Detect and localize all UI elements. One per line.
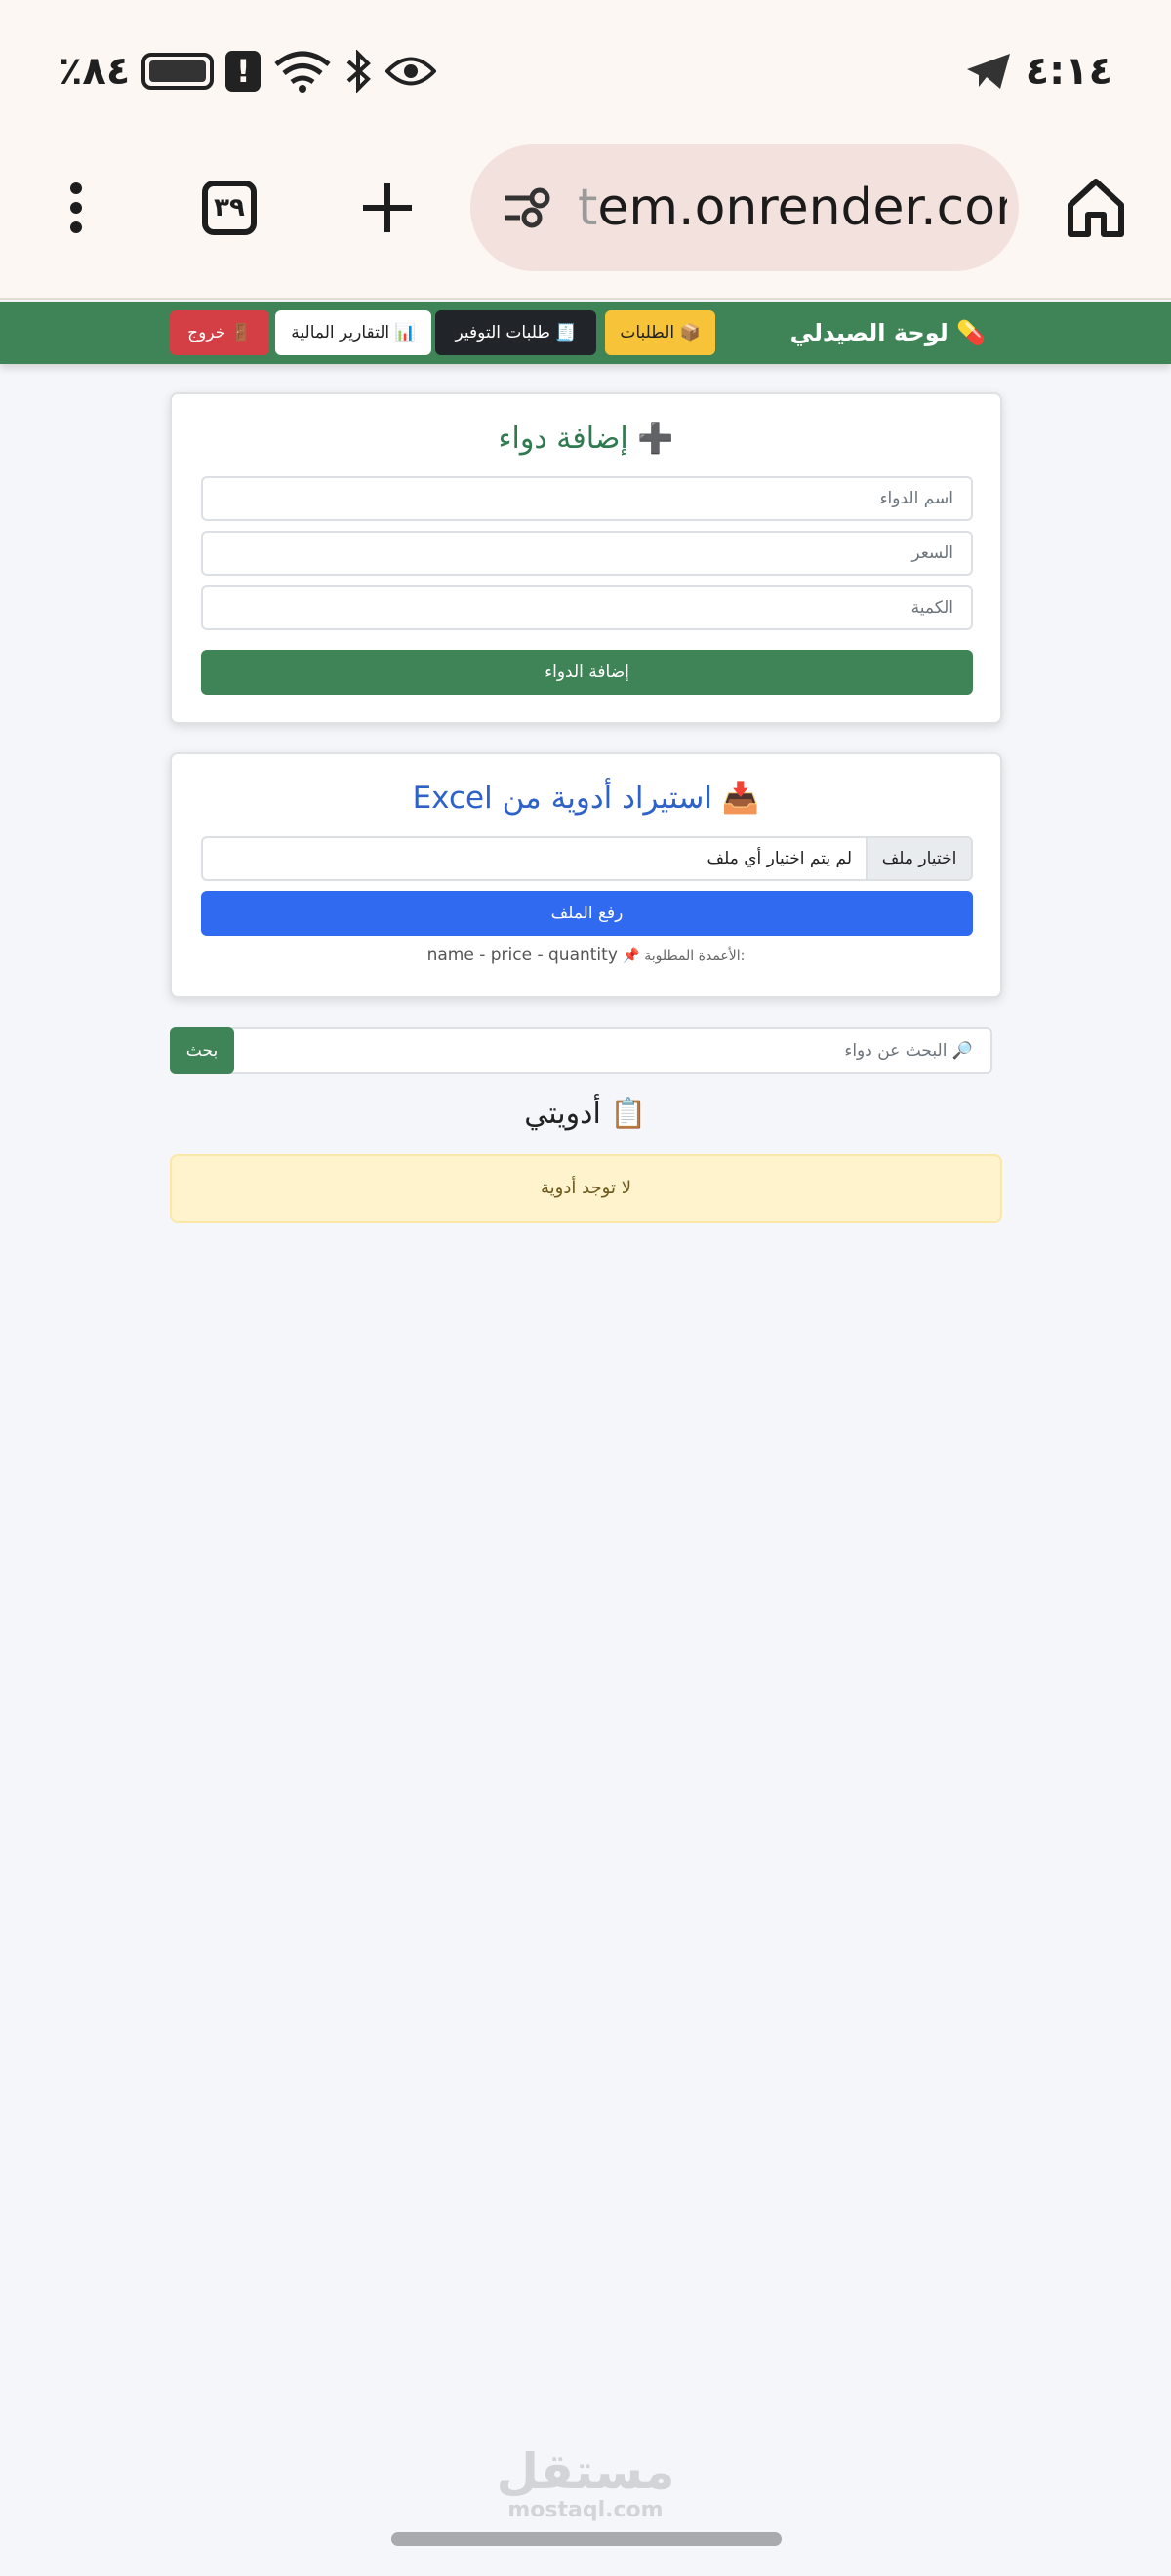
eye-icon [385, 57, 437, 86]
watermark: مستقل mostaql.com [0, 2444, 1171, 2522]
url-faded: t [578, 179, 598, 237]
hint-columns: name - price - quantity [426, 946, 618, 965]
search-group: 🔎 البحث عن دواء بحث [170, 1027, 992, 1074]
add-medicine-title: ➕ إضافة دواء [498, 422, 674, 456]
tabs-count: ٣٩ [202, 181, 257, 235]
my-medicines-title: 📋 أدويتي [524, 1097, 647, 1131]
watermark-english: mostaql.com [507, 2498, 664, 2522]
alert-icon: ! [225, 51, 262, 92]
saving-requests-button[interactable]: 🧾 طلبات التوفير [435, 310, 596, 355]
battery-icon [141, 53, 215, 90]
wifi-icon [274, 51, 331, 93]
empty-medicines-alert: لا توجد أدوية [170, 1154, 1002, 1223]
status-left: ٨٤٪ ! [59, 37, 437, 105]
status-bar: ٨٤٪ ! ٤:١٤ [0, 37, 1171, 105]
import-title: 📥 استيراد أدوية من Excel [412, 781, 760, 816]
medicine-name-input[interactable]: اسم الدواء [201, 476, 973, 521]
financial-reports-button[interactable]: 📊 التقارير المالية [275, 310, 431, 355]
add-medicine-card: ➕ إضافة دواء اسم الدواء السعر الكمية إضا… [170, 392, 1002, 724]
medicine-price-input[interactable]: السعر [201, 531, 973, 576]
home-icon[interactable] [1062, 144, 1130, 271]
bluetooth-icon [346, 50, 372, 93]
import-excel-card: 📥 استيراد أدوية من Excel اختيار ملف لم ي… [170, 752, 1002, 998]
orders-button[interactable]: 📦 الطلبات [605, 310, 715, 355]
logout-button[interactable]: 🚪 خروج [170, 310, 269, 355]
url-text: tem.onrender.com [578, 144, 1007, 271]
url-main: em.onrender.com [597, 179, 1007, 237]
choose-file-button[interactable]: اختيار ملف [866, 838, 971, 879]
browser-chrome: ٨٤٪ ! ٤:١٤ ٣٩ tem.onrender.com [0, 0, 1171, 300]
menu-icon[interactable] [47, 144, 105, 271]
address-bar[interactable]: tem.onrender.com [470, 144, 1019, 271]
search-input[interactable]: 🔎 البحث عن دواء [228, 1027, 992, 1074]
search-button[interactable]: بحث [170, 1027, 234, 1074]
tabs-button[interactable]: ٣٩ [195, 144, 263, 271]
hint-label: 📌 الأعمدة المطلوبة: [623, 948, 746, 964]
browser-toolbar: ٣٩ tem.onrender.com [0, 144, 1171, 271]
telegram-icon [966, 54, 1010, 89]
add-medicine-button[interactable]: إضافة الدواء [201, 650, 973, 695]
clock: ٤:١٤ [1025, 49, 1112, 94]
status-right: ٤:١٤ [965, 37, 1112, 105]
watermark-arabic: مستقل [496, 2443, 675, 2500]
file-input[interactable]: اختيار ملف لم يتم اختيار أي ملف [201, 836, 973, 881]
required-columns-hint: name - price - quantity 📌 الأعمدة المطلو… [172, 946, 1000, 965]
site-settings-icon[interactable] [494, 144, 562, 271]
gesture-home-bar[interactable] [391, 2532, 782, 2546]
no-file-text: لم يتم اختيار أي ملف [707, 849, 852, 868]
medicine-quantity-input[interactable]: الكمية [201, 585, 973, 630]
new-tab-icon[interactable] [353, 144, 422, 271]
upload-file-button[interactable]: رفع الملف [201, 891, 973, 936]
app-navbar: 💊 لوحة الصيدلي 📦 الطلبات 🧾 طلبات التوفير… [0, 302, 1171, 364]
battery-percent: ٨٤٪ [59, 49, 131, 94]
brand-title[interactable]: 💊 لوحة الصيدلي [790, 302, 986, 364]
